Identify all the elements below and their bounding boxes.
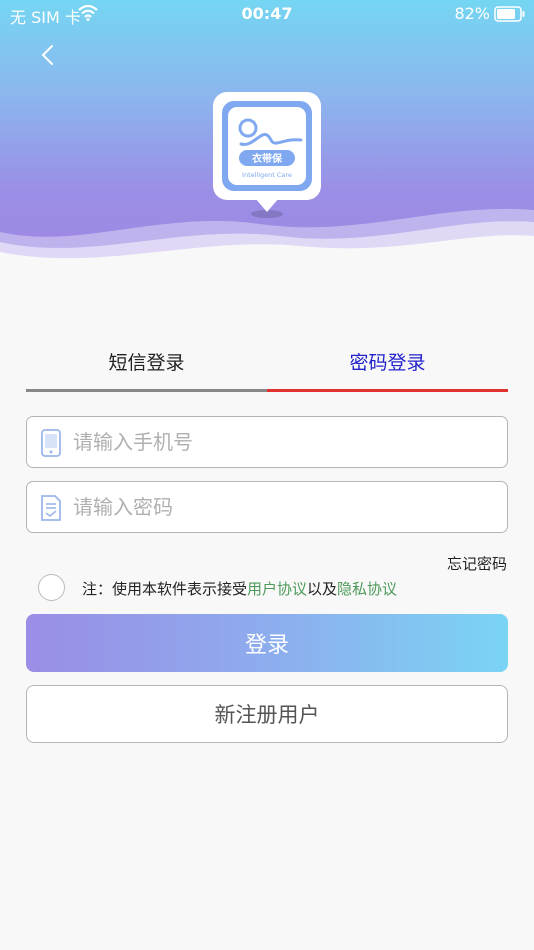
agreement-connector: 以及 — [307, 580, 338, 598]
register-button[interactable]: 新注册用户 — [26, 685, 508, 743]
battery-percentage: 82% — [454, 4, 490, 23]
login-mode-tabs: 短信登录 密码登录 — [26, 340, 508, 392]
privacy-agreement-link[interactable]: 隐私协议 — [337, 580, 397, 598]
logo-subtitle: Intelligent Care — [242, 171, 292, 179]
agreement-checkbox[interactable] — [38, 574, 65, 601]
login-button[interactable]: 登录 — [26, 614, 508, 672]
status-bar: 无 SIM 卡 00:47 82% — [0, 0, 534, 28]
agreement-prefix: 注：使用本软件表示接受 — [82, 580, 248, 598]
tab-password-login[interactable]: 密码登录 — [267, 340, 508, 392]
phone-icon — [41, 429, 61, 457]
logo-brand-text: 衣带保 — [252, 152, 283, 165]
battery-icon — [494, 6, 525, 22]
tab-sms-login[interactable]: 短信登录 — [26, 340, 267, 392]
agreement-text: 注：使用本软件表示接受用户协议以及隐私协议 — [82, 578, 397, 599]
back-chevron-icon[interactable] — [34, 40, 60, 70]
password-input[interactable] — [73, 482, 493, 532]
app-logo: 衣带保 Intelligent Care — [211, 90, 323, 220]
password-document-icon — [41, 495, 61, 521]
phone-input[interactable] — [73, 417, 493, 467]
forgot-password-link[interactable]: 忘记密码 — [447, 553, 507, 574]
phone-field[interactable] — [26, 416, 508, 468]
password-field[interactable] — [26, 481, 508, 533]
user-agreement-link[interactable]: 用户协议 — [247, 580, 307, 598]
